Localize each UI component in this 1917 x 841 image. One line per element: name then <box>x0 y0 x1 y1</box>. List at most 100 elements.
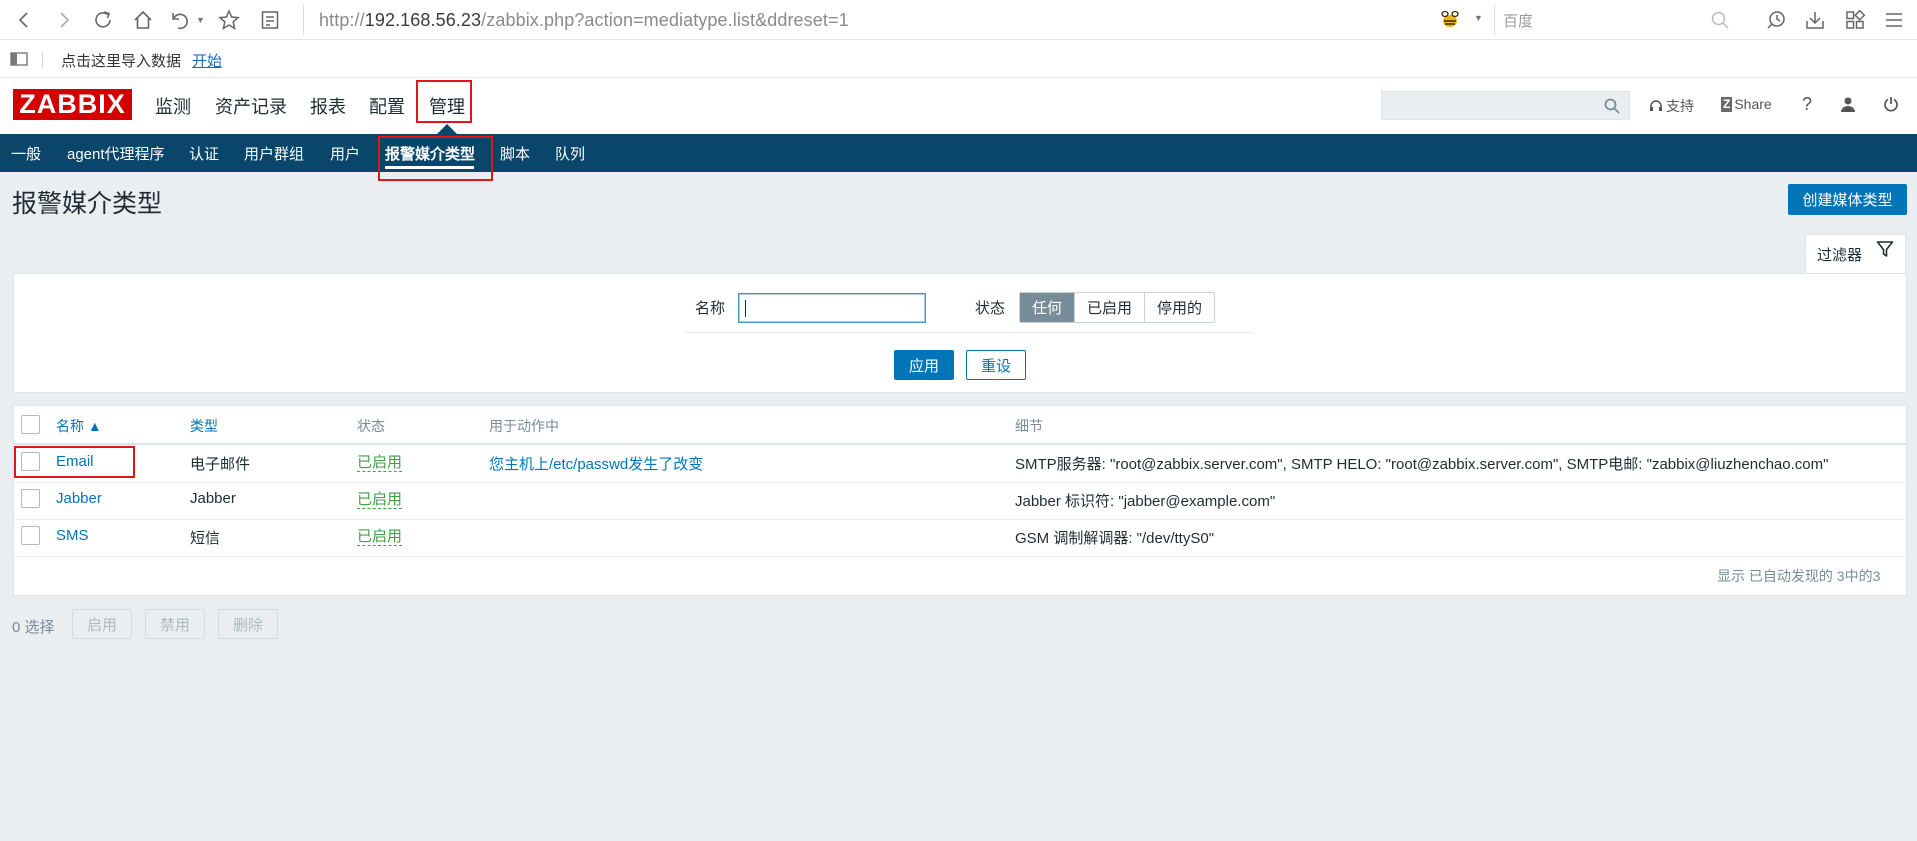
download-icon[interactable] <box>1801 6 1829 34</box>
menu-reports[interactable]: 报表 <box>310 93 346 119</box>
active-menu-caret <box>437 124 457 134</box>
filter-panel: 名称 状态 任何 已启用 停用的 应用 重设 <box>13 273 1907 393</box>
support-link[interactable]: 支持 <box>1649 96 1694 116</box>
help-link[interactable]: ? <box>1802 94 1812 115</box>
filter-name-input[interactable] <box>738 293 926 323</box>
row-divider <box>14 482 1906 483</box>
subnav-general[interactable]: 一般 <box>11 143 41 164</box>
subnav-user-groups[interactable]: 用户群组 <box>244 143 304 164</box>
filter-tab-label: 过滤器 <box>1817 246 1863 264</box>
search-icon[interactable] <box>1604 98 1620 114</box>
media-type-status-toggle[interactable]: 已启用 <box>357 492 403 509</box>
bookmark-start-link[interactable]: 开始 <box>192 50 222 71</box>
zabbix-logo[interactable]: ZABBIX <box>13 89 132 120</box>
back-icon[interactable] <box>10 6 38 34</box>
page-title: 报警媒介类型 <box>12 190 163 218</box>
filter-name-label: 名称 <box>695 300 726 317</box>
reload-icon[interactable] <box>89 6 117 34</box>
media-type-details: Jabber 标识符: "jabber@example.com" <box>1015 493 1276 510</box>
browser-toolbar: ▼ http://192.168.56.23/zabbix.php?action… <box>0 0 1917 40</box>
media-type-details: SMTP服务器: "root@zabbix.server.com", SMTP … <box>1015 456 1829 473</box>
column-used-in-actions: 用于动作中 <box>489 418 559 434</box>
headset-icon <box>1649 99 1663 113</box>
search-engine-icon[interactable] <box>1438 8 1462 32</box>
media-type-status-toggle[interactable]: 已启用 <box>357 529 403 546</box>
row-checkbox[interactable] <box>21 526 40 545</box>
media-type-name-link[interactable]: SMS <box>56 527 89 544</box>
media-type-name-link[interactable]: Jabber <box>56 490 102 507</box>
url-host: 192.168.56.23 <box>364 9 482 30</box>
row-checkbox[interactable] <box>21 489 40 508</box>
subnav-scripts[interactable]: 脚本 <box>500 143 530 164</box>
bookmark-import-text[interactable]: 点击这里导入数据 <box>61 50 181 71</box>
share-link[interactable]: Z Share <box>1721 96 1772 112</box>
menu-monitoring[interactable]: 监测 <box>155 93 191 119</box>
media-type-status-toggle[interactable]: 已启用 <box>357 455 403 472</box>
menu-administration-highlight <box>416 80 472 123</box>
media-type-details: GSM 调制解调器: "/dev/ttyS0" <box>1015 530 1215 547</box>
table-paging-info: 显示 已自动发现的 3中的3 <box>1717 568 1881 584</box>
browser-search-input[interactable]: 百度 <box>1494 5 1744 35</box>
home-icon[interactable] <box>129 6 157 34</box>
used-in-action-link[interactable]: 您主机上/etc/passwd发生了改变 <box>489 453 703 474</box>
zabbix-header: ZABBIX 监测 资产记录 报表 配置 管理 支持 Z Share ? <box>0 78 1917 134</box>
select-all-checkbox[interactable] <box>21 415 40 434</box>
support-label: 支持 <box>1666 98 1694 114</box>
media-type-type: Jabber <box>190 490 236 507</box>
column-type[interactable]: 类型 <box>190 416 218 436</box>
selected-count: 0 选择 <box>12 619 55 636</box>
star-icon[interactable] <box>215 6 243 34</box>
mass-disable-button[interactable]: 禁用 <box>145 609 205 639</box>
url-prefix: http:// <box>319 9 365 30</box>
forward-icon[interactable] <box>50 6 78 34</box>
subnav-authentication[interactable]: 认证 <box>189 143 219 164</box>
sub-navigation: 一般 agent代理程序 认证 用户群组 用户 报警媒介类型 脚本 队列 <box>0 134 1917 172</box>
text-cursor <box>745 300 746 317</box>
browser-search-icon[interactable] <box>1710 10 1730 30</box>
subnav-media-types-highlight <box>378 136 493 181</box>
create-media-type-button[interactable]: 创建媒体类型 <box>1788 184 1907 215</box>
history-icon[interactable] <box>1762 6 1790 34</box>
sidebar-toggle-icon[interactable] <box>10 52 28 66</box>
share-badge: Z <box>1721 96 1733 112</box>
url-path: /zabbix.php?action=mediatype.list&ddrese… <box>481 9 849 30</box>
global-search-input[interactable] <box>1381 91 1630 120</box>
apply-button[interactable]: 应用 <box>894 350 954 380</box>
table-header-divider <box>14 443 1906 445</box>
column-name[interactable]: 名称 ▲ <box>56 416 102 436</box>
filter-tab[interactable]: 过滤器 <box>1805 234 1906 273</box>
filter-status-enabled[interactable]: 已启用 <box>1075 293 1146 322</box>
apps-icon[interactable] <box>1841 6 1869 34</box>
power-icon[interactable] <box>1883 96 1899 112</box>
bookmark-separator <box>42 52 43 68</box>
search-engine-dropdown[interactable]: ▼ <box>1474 13 1483 23</box>
row-divider <box>14 556 1906 557</box>
subnav-users[interactable]: 用户 <box>330 143 360 164</box>
row-divider <box>14 519 1906 520</box>
undo-icon[interactable] <box>166 6 194 34</box>
media-type-type: 短信 <box>190 530 221 547</box>
filter-divider <box>684 332 1253 333</box>
mass-enable-button[interactable]: 启用 <box>72 609 132 639</box>
menu-configuration[interactable]: 配置 <box>369 93 405 119</box>
address-bar[interactable]: http://192.168.56.23/zabbix.php?action=m… <box>303 5 1417 35</box>
reset-button[interactable]: 重设 <box>966 350 1026 380</box>
undo-dropdown-caret[interactable]: ▼ <box>196 15 205 25</box>
share-label: Share <box>1734 96 1772 112</box>
subnav-queue[interactable]: 队列 <box>555 143 585 164</box>
subnav-proxies[interactable]: agent代理程序 <box>67 143 165 164</box>
email-row-highlight <box>14 446 135 478</box>
filter-status-any[interactable]: 任何 <box>1020 293 1076 322</box>
reader-icon[interactable] <box>256 6 284 34</box>
user-icon[interactable] <box>1840 96 1856 112</box>
media-types-table: 名称 ▲ 类型 状态 用于动作中 细节 Email 电子邮件 已启用 您主机上/… <box>13 405 1907 596</box>
menu-inventory[interactable]: 资产记录 <box>215 93 287 119</box>
column-details: 细节 <box>1015 418 1043 434</box>
browser-search-placeholder: 百度 <box>1503 12 1534 30</box>
menu-icon[interactable] <box>1880 6 1908 34</box>
column-status: 状态 <box>357 418 385 434</box>
filter-status-disabled[interactable]: 停用的 <box>1145 293 1215 322</box>
filter-status-segmented: 任何 已启用 停用的 <box>1019 292 1216 323</box>
mass-delete-button[interactable]: 删除 <box>218 609 278 639</box>
filter-status-label: 状态 <box>975 300 1006 317</box>
